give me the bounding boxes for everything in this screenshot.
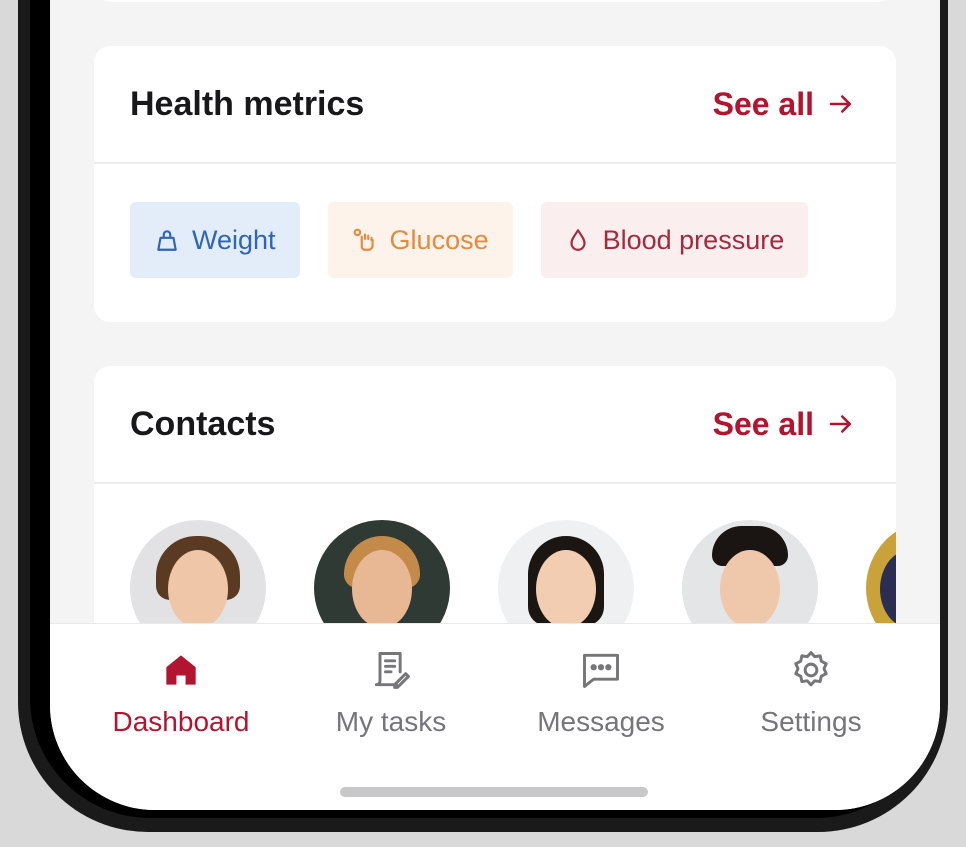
app-screen: Health metrics See all Weight Glucose Bl… — [50, 0, 940, 810]
glucose-icon — [353, 228, 374, 251]
home-indicator — [340, 787, 648, 797]
health-metrics-title: Health metrics — [130, 84, 365, 123]
message-icon — [583, 653, 619, 688]
health-metrics-card: Health metrics See all Weight Glucose Bl… — [94, 46, 896, 322]
contacts-card: Contacts See all — [94, 366, 896, 666]
glucose-chip[interactable]: Glucose — [327, 202, 513, 278]
weight-chip[interactable]: Weight — [130, 202, 300, 278]
home-icon — [166, 655, 196, 685]
arrow-right-icon — [829, 95, 851, 113]
health-metrics-header: Health metrics See all — [94, 46, 896, 164]
tab-dashboard[interactable]: Dashboard — [81, 648, 281, 738]
tab-label: Settings — [760, 706, 862, 737]
arrow-right-icon — [829, 415, 851, 433]
tab-messages[interactable]: Messages — [501, 648, 701, 738]
tab-label: Messages — [537, 706, 665, 737]
health-metrics-see-all-link[interactable]: See all — [713, 86, 856, 123]
previous-card — [94, 0, 896, 2]
contacts-header: Contacts See all — [94, 366, 896, 484]
tasks-icon — [374, 652, 410, 689]
tab-label: My tasks — [335, 706, 447, 737]
bottom-tab-bar: Dashboard My tasks Messages Settings — [50, 623, 940, 810]
glucose-chip-label: Glucose — [389, 224, 489, 255]
tab-label: Dashboard — [112, 706, 250, 737]
see-all-label: See all — [712, 85, 814, 122]
blood-pressure-chip-label: Blood pressure — [602, 224, 785, 255]
tab-my-tasks[interactable]: My tasks — [291, 648, 491, 738]
contacts-see-all-link[interactable]: See all — [713, 406, 856, 443]
see-all-label: See all — [712, 405, 814, 442]
blood-drop-icon — [570, 229, 586, 251]
health-metrics-chips: Weight Glucose Blood pressure — [94, 164, 896, 316]
weight-icon — [157, 230, 177, 251]
tab-settings[interactable]: Settings — [711, 648, 911, 738]
weight-chip-label: Weight — [192, 224, 276, 255]
gear-icon — [794, 651, 828, 687]
blood-pressure-chip[interactable]: Blood pressure — [540, 202, 809, 278]
contacts-title: Contacts — [130, 404, 276, 443]
